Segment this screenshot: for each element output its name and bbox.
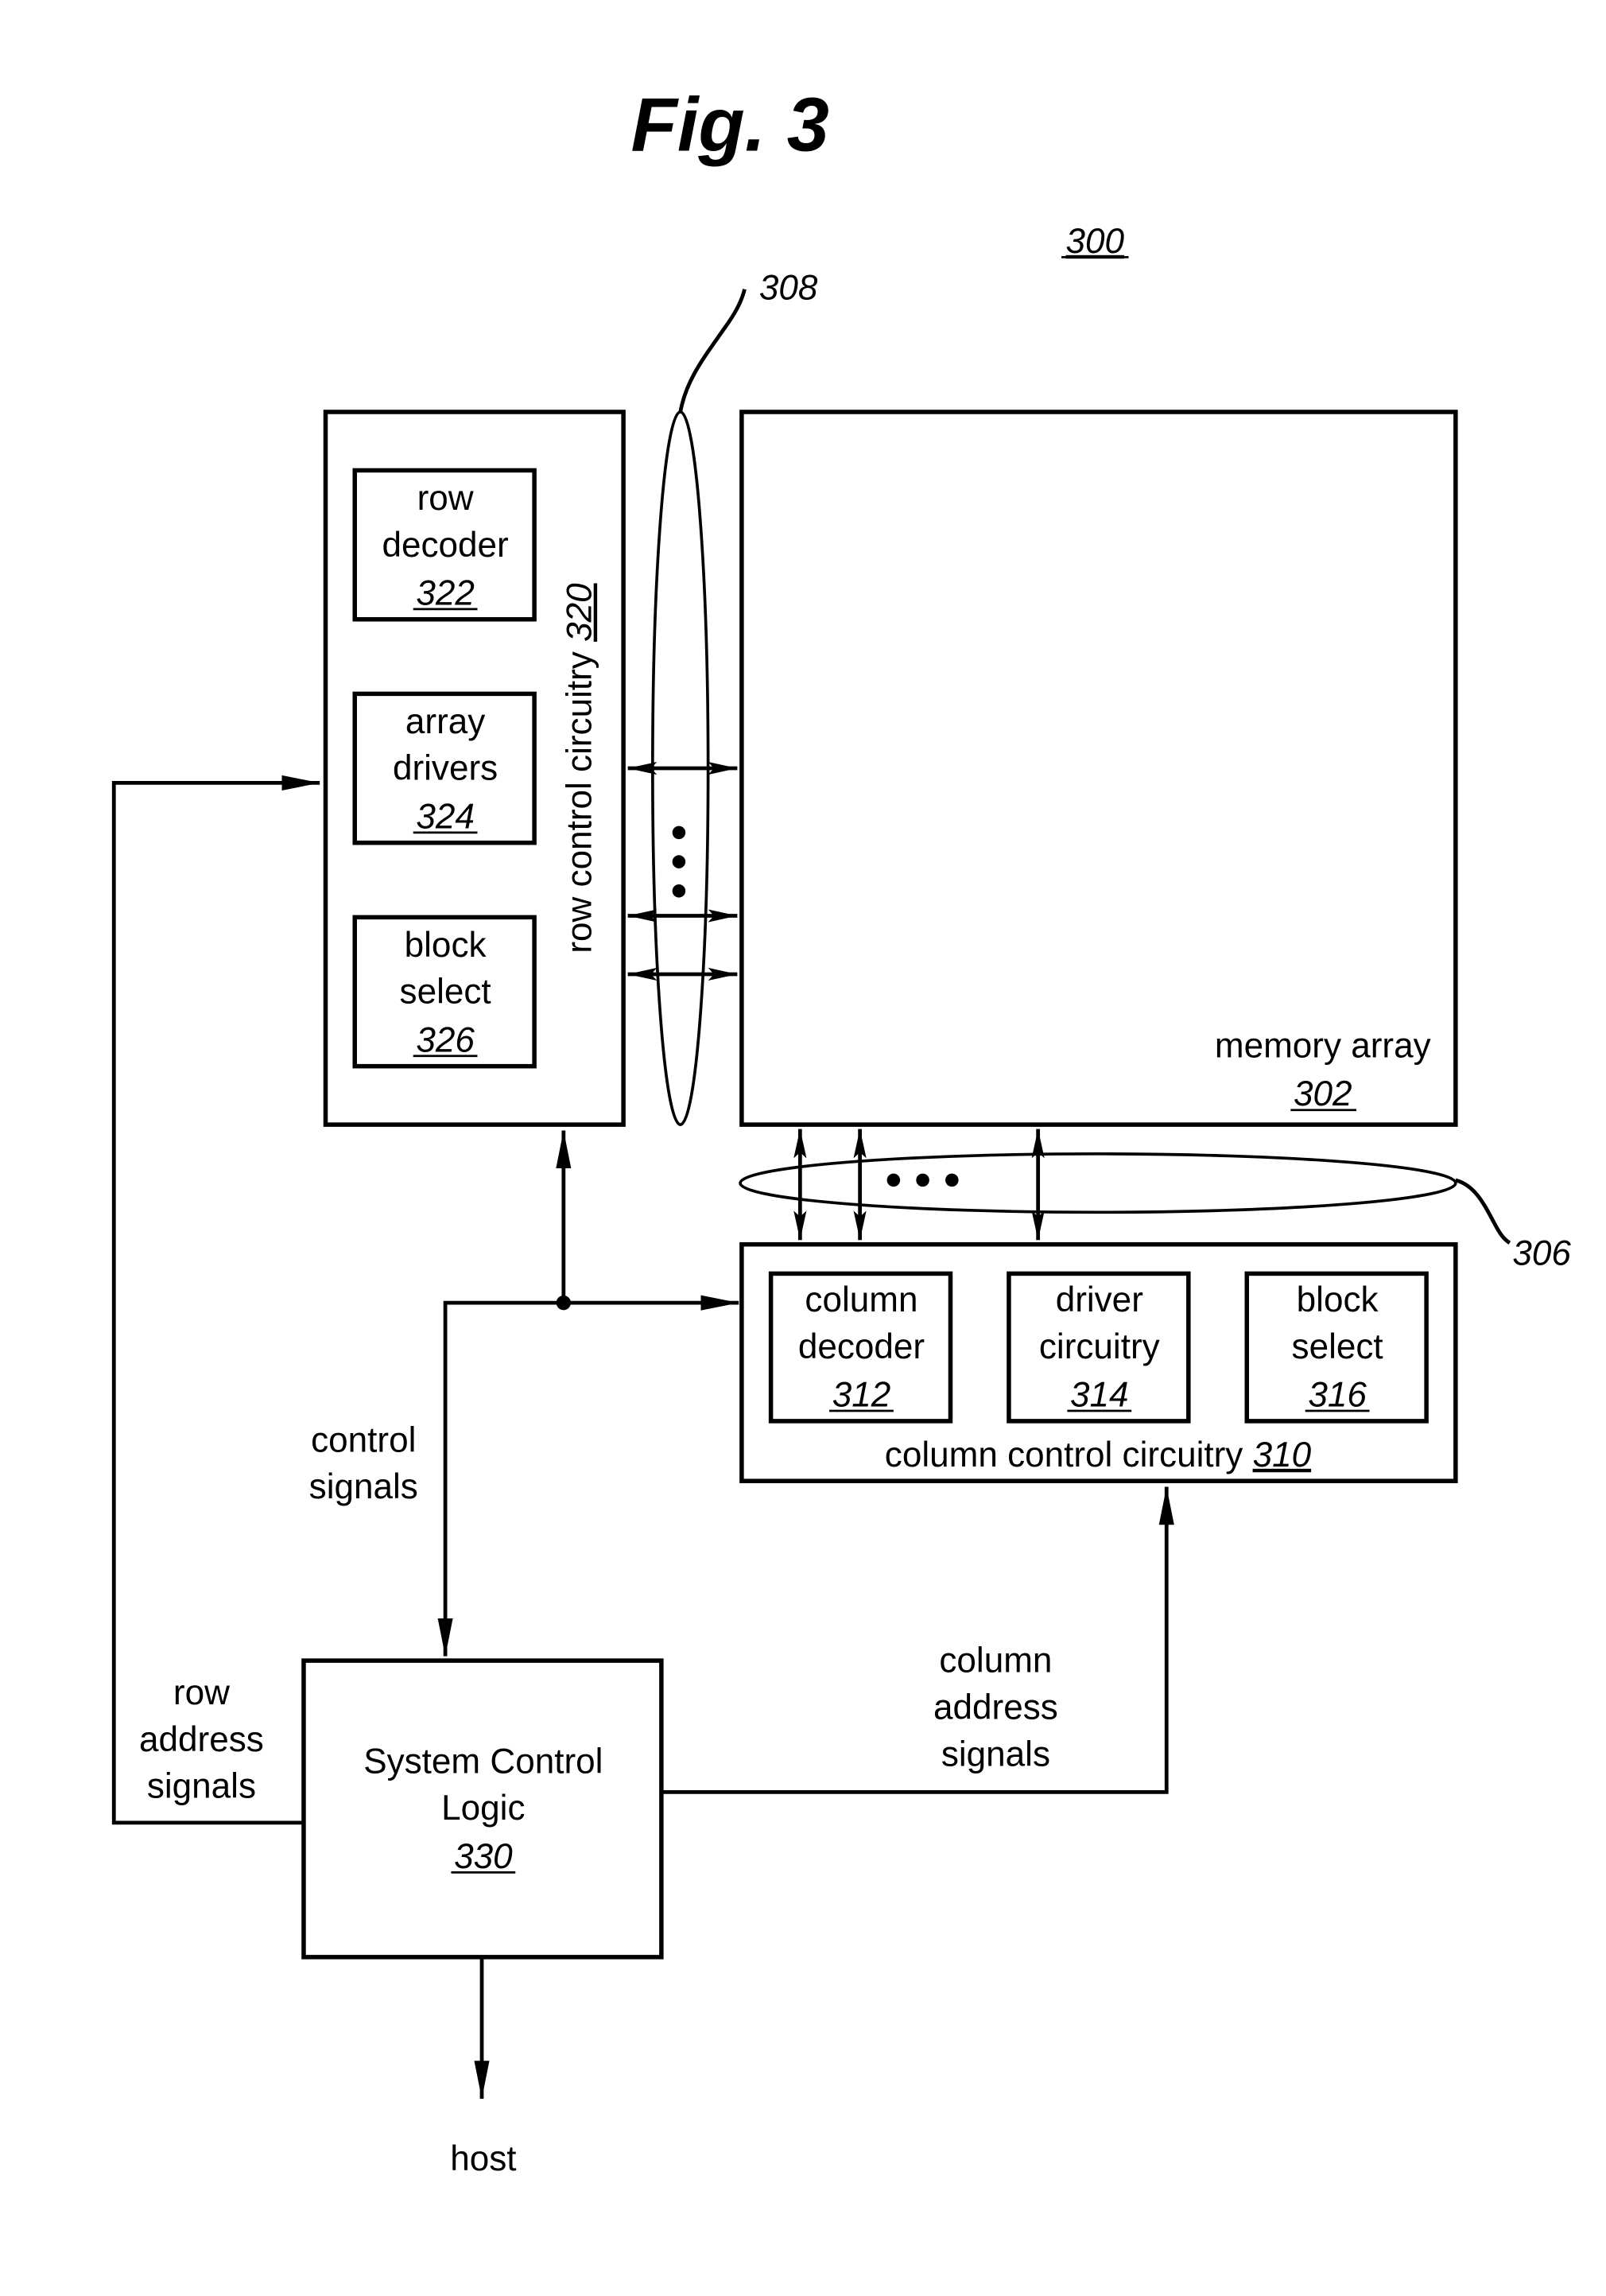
row-address-line2: address (139, 1720, 264, 1759)
control-signals-wiring: control signals (309, 1130, 739, 1657)
control-junction-dot (556, 1295, 572, 1311)
driver-circuitry-ref: 314 (1070, 1376, 1129, 1415)
row-control-block: row control circuitry 320 row decoder 32… (323, 410, 626, 1127)
array-drivers-ref: 324 (416, 797, 475, 836)
column-bus-leader (1455, 1178, 1511, 1245)
control-signals-line2: signals (309, 1467, 418, 1506)
control-signals-line1: control (311, 1420, 416, 1459)
memory-array-label: memory array (1215, 1027, 1431, 1066)
column-address-arrow (661, 1486, 1174, 1794)
row-address-line1: row (173, 1673, 230, 1712)
row-address-line3: signals (147, 1767, 256, 1806)
memory-array-block: memory array 302 (739, 410, 1458, 1127)
column-bus-ellipse (739, 1152, 1457, 1214)
column-bus-ref: 306 (1512, 1233, 1571, 1272)
host-label: host (450, 2139, 516, 2178)
figure-reference: 300 (1066, 222, 1125, 261)
column-address-line3: signals (941, 1735, 1050, 1773)
column-bus-dot-2 (916, 1173, 929, 1187)
column-block-select-ref: 316 (1308, 1376, 1367, 1415)
figure-title: Fig. 3 (631, 83, 829, 167)
array-drivers-line1: array (405, 702, 485, 741)
row-decoder-line1: row (417, 479, 474, 518)
memory-array-ref: 302 (1294, 1074, 1352, 1113)
column-decoder-ref: 312 (832, 1376, 891, 1415)
row-bus: 308 (627, 269, 818, 1126)
column-bus-dot-3 (945, 1173, 959, 1187)
system-control-line2: Logic (441, 1789, 525, 1828)
system-control-ref: 330 (454, 1837, 513, 1876)
row-bus-ref: 308 (759, 269, 818, 308)
column-block-select-line2: select (1292, 1327, 1383, 1366)
row-block-select-line2: select (400, 973, 491, 1012)
column-decoder-line1: column (805, 1280, 917, 1319)
system-control-block: System Control Logic 330 (301, 1658, 664, 1960)
driver-circuitry-line2: circuitry (1039, 1327, 1160, 1366)
column-control-block: column control circuitry 310 column deco… (739, 1241, 1458, 1483)
column-address-wiring: column address signals (661, 1486, 1174, 1794)
row-bus-dot-1 (672, 826, 686, 840)
row-decoder-line2: decoder (382, 526, 508, 565)
column-control-label: column control circuitry 310 (885, 1435, 1312, 1474)
column-bus: 306 (739, 1129, 1571, 1272)
array-drivers-line2: drivers (393, 749, 498, 788)
column-bus-dot-1 (886, 1173, 901, 1187)
column-block-select-line1: block (1297, 1280, 1379, 1319)
memory-system-diagram: Fig. 3 300 memory array 302 row control … (111, 83, 1571, 2178)
column-address-line2: address (933, 1688, 1058, 1727)
memory-array-box (739, 410, 1458, 1127)
row-decoder-ref: 322 (416, 573, 475, 612)
control-to-system-arrow (437, 1300, 564, 1657)
row-bus-dot-3 (672, 884, 686, 898)
row-address-wiring: row address signals (111, 775, 320, 1825)
system-control-line1: System Control (363, 1742, 603, 1781)
row-bus-leader (678, 289, 747, 413)
driver-circuitry-line1: driver (1056, 1280, 1143, 1319)
column-address-line1: column (939, 1641, 1052, 1680)
row-block-select-line1: block (405, 926, 487, 965)
row-control-label: row control circuitry 320 (561, 583, 599, 954)
row-bus-dot-2 (672, 855, 686, 868)
row-address-arrow (111, 775, 320, 1825)
column-decoder-line2: decoder (798, 1327, 925, 1366)
row-block-select-ref: 326 (416, 1020, 475, 1059)
